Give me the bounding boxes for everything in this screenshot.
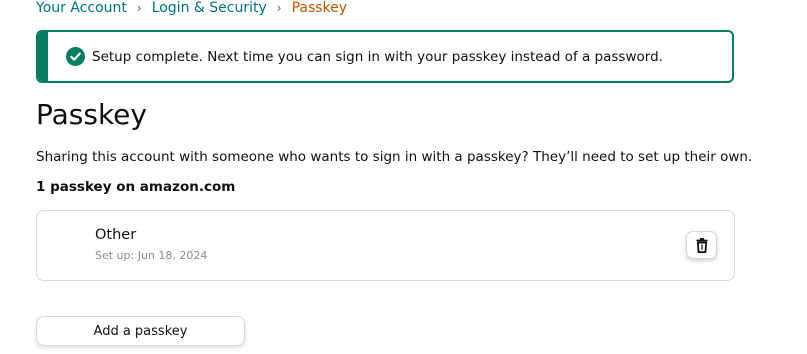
- passkey-count: 1 passkey on amazon.com: [36, 179, 236, 195]
- page-title: Passkey: [36, 98, 147, 131]
- page-description: Sharing this account with someone who wa…: [36, 149, 753, 165]
- breadcrumb-login-security[interactable]: Login & Security: [152, 0, 267, 17]
- breadcrumb-your-account[interactable]: Your Account: [36, 0, 127, 17]
- alert-message: Setup complete. Next time you can sign i…: [92, 49, 663, 65]
- breadcrumb-current: Passkey: [291, 0, 348, 16]
- passkey-name: Other: [95, 227, 137, 243]
- delete-passkey-button[interactable]: [686, 231, 717, 259]
- breadcrumb-separator: ›: [276, 1, 282, 15]
- success-alert: Setup complete. Next time you can sign i…: [36, 30, 734, 83]
- alert-accent-bar: [38, 32, 48, 81]
- breadcrumb: Your Account › Login & Security › Passke…: [36, 0, 347, 17]
- add-passkey-button[interactable]: Add a passkey: [36, 316, 245, 346]
- breadcrumb-separator: ›: [136, 1, 142, 15]
- trash-icon: [696, 237, 707, 253]
- passkey-setup-date: Set up: Jun 18, 2024: [95, 249, 208, 262]
- check-circle-icon: [66, 47, 85, 66]
- passkey-card: Other Set up: Jun 18, 2024: [36, 210, 735, 281]
